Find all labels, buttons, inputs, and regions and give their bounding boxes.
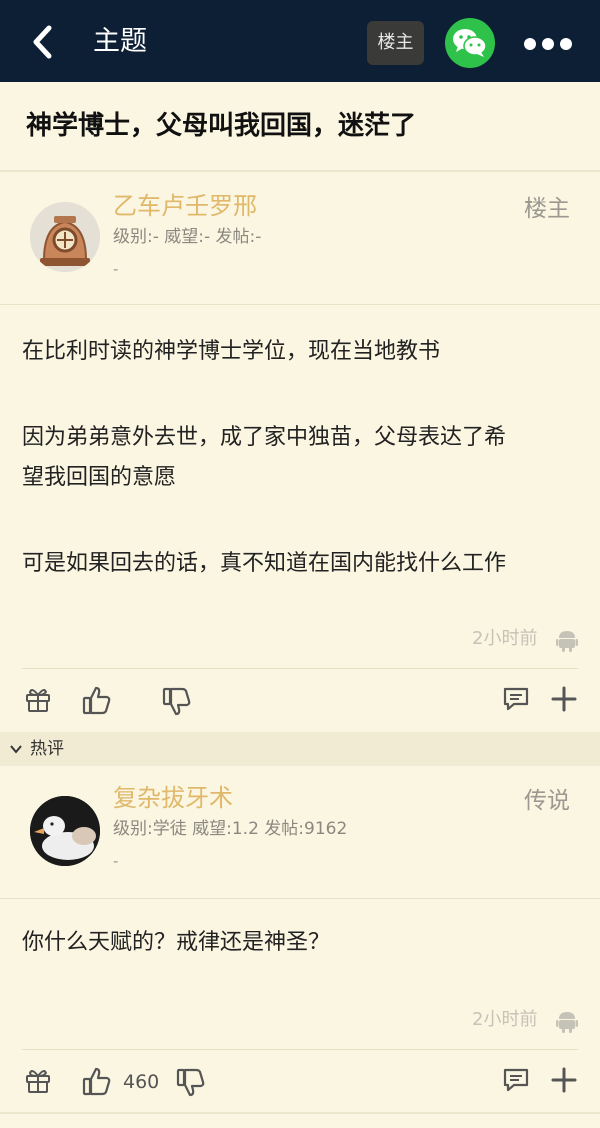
divider — [0, 1112, 600, 1114]
op-paragraph: 在比利时读的神学博士学位，现在当地教书 — [22, 339, 441, 364]
thumbs-down-icon — [176, 1068, 205, 1097]
dislike-button[interactable] — [176, 1068, 206, 1102]
op-username[interactable]: 乙车卢壬罗邢 — [113, 190, 257, 222]
divider — [22, 668, 578, 669]
op-user-sub: - — [113, 260, 119, 278]
op-paragraph: 因为弟弟意外去世，成了家中独苗，父母表达了希 — [22, 425, 507, 450]
more-dots-icon[interactable] — [522, 32, 574, 56]
dislike-button[interactable] — [162, 687, 192, 721]
comment-icon — [503, 1068, 529, 1092]
gift-icon — [26, 1070, 50, 1093]
diving-helmet-avatar-icon — [30, 202, 100, 272]
chevron-down-icon — [10, 745, 22, 754]
op-paragraph: 可是如果回去的话，真不知道在国内能找什么工作 — [22, 551, 507, 576]
like-button[interactable] — [82, 685, 112, 719]
op-floor-badge: 楼主 — [524, 196, 570, 222]
wechat-icon — [453, 29, 487, 57]
divider — [0, 304, 600, 305]
comment-icon — [503, 687, 529, 711]
hot-comments-label: 热评 — [30, 739, 64, 759]
thread-title: 神学博士，父母叫我回国，迷茫了 — [26, 111, 417, 141]
post-time: 2小时前 — [472, 628, 538, 649]
like-count: 460 — [123, 1071, 160, 1093]
plus-icon — [551, 686, 577, 712]
reply-user-sub: - — [113, 852, 119, 870]
reply-user-stats: 级别:学徒 威望:1.2 发帖:9162 — [113, 819, 348, 839]
duck-avatar-icon — [30, 796, 100, 866]
gift-icon — [26, 689, 50, 712]
op-paragraph: 望我回国的意愿 — [22, 465, 177, 490]
thumbs-down-icon — [162, 687, 191, 716]
gift-button[interactable] — [24, 1066, 52, 1098]
like-button[interactable] — [82, 1066, 112, 1100]
android-icon — [556, 631, 578, 652]
op-user-stats: 级别:- 威望:- 发帖:- — [113, 227, 262, 247]
only-op-button[interactable]: 楼主 — [367, 21, 424, 65]
comment-button[interactable] — [502, 1067, 530, 1097]
plus-icon — [551, 1067, 577, 1093]
reply-avatar[interactable] — [30, 796, 100, 866]
add-button[interactable] — [551, 1067, 577, 1097]
back-button[interactable] — [24, 22, 64, 62]
top-nav-bar: 主题 楼主 — [0, 0, 600, 82]
comment-button[interactable] — [502, 686, 530, 716]
reply-text: 你什么天赋的？戒律还是神圣？ — [22, 930, 331, 955]
page-title: 主题 — [93, 26, 147, 57]
add-button[interactable] — [551, 686, 577, 716]
divider — [0, 898, 600, 899]
divider — [22, 1049, 578, 1050]
op-avatar[interactable] — [30, 202, 100, 272]
reply-time: 2小时前 — [472, 1009, 538, 1030]
chevron-left-icon — [33, 25, 52, 59]
reply-rank-badge: 传说 — [524, 788, 570, 814]
gift-button[interactable] — [24, 685, 52, 717]
wechat-share-button[interactable] — [445, 18, 495, 68]
thumbs-up-icon — [82, 686, 111, 715]
android-icon — [556, 1012, 578, 1033]
reply-username[interactable]: 复杂拔牙术 — [113, 782, 233, 814]
hot-comments-header[interactable]: 热评 — [0, 732, 600, 766]
thumbs-up-icon — [82, 1067, 111, 1096]
divider — [0, 170, 600, 172]
